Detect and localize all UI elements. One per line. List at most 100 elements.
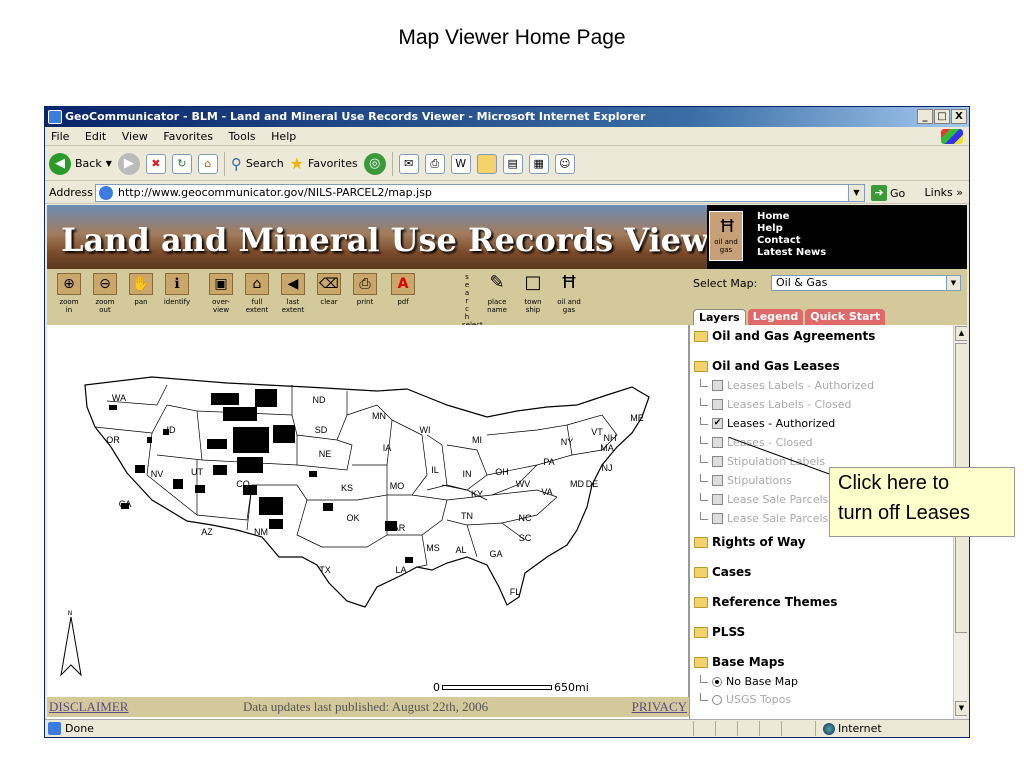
- layer-checkbox[interactable]: [712, 399, 723, 410]
- layer-group-label: PLSS: [712, 625, 746, 639]
- search-button[interactable]: ⚲ Search: [231, 155, 284, 173]
- layer-group[interactable]: Oil and Gas Agreements: [694, 329, 875, 343]
- layer-checkbox[interactable]: [712, 456, 723, 467]
- print-icon: ⎙: [353, 273, 377, 295]
- globe-icon: [823, 722, 835, 735]
- layer-group[interactable]: Cases: [694, 565, 751, 579]
- tool-zoom-out-button[interactable]: ⊖ zoom out: [87, 273, 123, 314]
- layer-checkbox[interactable]: [712, 513, 723, 524]
- info-icon: ℹ: [165, 273, 189, 295]
- refresh-button[interactable]: ↻: [171, 153, 192, 174]
- minimize-button[interactable]: _: [917, 109, 933, 124]
- eraser-icon: ⌫: [317, 273, 341, 295]
- tool-full-extent-button[interactable]: ⌂ full extent: [239, 273, 275, 314]
- chevron-down-icon[interactable]: ▼: [946, 276, 960, 290]
- privacy-link[interactable]: PRIVACY: [632, 699, 687, 715]
- discuss-button[interactable]: ▤: [502, 153, 523, 174]
- state-label-sc: SC: [519, 533, 532, 543]
- media-button[interactable]: ◎: [363, 152, 386, 175]
- tool-derrick-button[interactable]: Ħoil and gas: [551, 273, 587, 314]
- scroll-down-icon[interactable]: ▼: [955, 701, 967, 716]
- state-label-ma: MA: [600, 443, 614, 453]
- back-button[interactable]: ◀ Back ▼: [49, 152, 112, 175]
- layer-checkbox[interactable]: [712, 437, 723, 448]
- links-button[interactable]: Links »: [925, 186, 963, 199]
- layer-item[interactable]: Leases Labels - Closed: [700, 397, 852, 411]
- base-map-option[interactable]: USGS Topos: [700, 692, 791, 706]
- back-dropdown-icon[interactable]: ▼: [106, 159, 112, 168]
- tool-pdf-button[interactable]: Apdf: [385, 273, 421, 306]
- tool-hand-button[interactable]: ✋ pan: [123, 273, 159, 306]
- address-input[interactable]: http://www.geocommunicator.gov/NILS-PARC…: [95, 184, 865, 202]
- toolbar-separator-2: [391, 151, 393, 176]
- folder-button[interactable]: [476, 153, 497, 174]
- layer-checkbox[interactable]: [712, 494, 723, 505]
- address-dropdown-icon[interactable]: ▼: [848, 185, 864, 201]
- layer-group[interactable]: Base Maps: [694, 655, 784, 669]
- menu-favorites[interactable]: Favorites: [157, 127, 219, 146]
- map-canvas[interactable]: WA OR ID MT ND SD MN WI MI NY VT NH MA ME NJ PA OH IN IL IA…: [47, 325, 689, 699]
- tab-quick-start[interactable]: Quick Start: [805, 309, 886, 325]
- menu-help[interactable]: Help: [265, 127, 302, 146]
- layer-item[interactable]: Lease Sale Parcels: [700, 511, 828, 525]
- stop-button[interactable]: ✖: [145, 153, 166, 174]
- scroll-up-icon[interactable]: ▲: [955, 326, 967, 341]
- tool-zoom-in-button[interactable]: ⊕ zoom in: [51, 273, 87, 314]
- close-button[interactable]: X: [951, 109, 967, 124]
- tool-overview-button[interactable]: ▣ over- view: [203, 273, 239, 314]
- tree-connector: [700, 397, 708, 406]
- maximize-button[interactable]: □: [934, 109, 950, 124]
- layer-checkbox[interactable]: [712, 380, 723, 391]
- us-map[interactable]: WA OR ID MT ND SD MN WI MI NY VTNHMA ME NJ PA OH IN IL IA…: [47, 325, 687, 699]
- tool-last-extent-button[interactable]: ◀ last extent: [275, 273, 311, 314]
- messenger-button[interactable]: ☺: [554, 153, 575, 174]
- state-label-mt: MT: [221, 393, 234, 403]
- layer-item[interactable]: Lease Sale Parcels: [700, 492, 829, 506]
- menu-tools[interactable]: Tools: [223, 127, 262, 146]
- menu-edit[interactable]: Edit: [79, 127, 112, 146]
- select-map-dropdown[interactable]: Oil & Gas ▼: [771, 275, 961, 291]
- link-home[interactable]: Home: [757, 211, 826, 223]
- edit-button[interactable]: W: [450, 153, 471, 174]
- layer-checkbox[interactable]: ✔: [712, 418, 723, 429]
- state-label-ne: NE: [319, 449, 332, 459]
- search-select-tool[interactable]: s e a r c hselect: [462, 273, 483, 329]
- link-latest-news[interactable]: Latest News: [757, 247, 826, 259]
- layer-group[interactable]: PLSS: [694, 625, 745, 639]
- tool-info-button[interactable]: ℹ identify: [159, 273, 195, 306]
- research-button[interactable]: ▦: [528, 153, 549, 174]
- print-button[interactable]: ⎙: [424, 153, 445, 174]
- layer-item-label: Lease Sale Parcels: [727, 493, 829, 506]
- tool-eraser-button[interactable]: ⌫ clear: [311, 273, 347, 306]
- layer-item[interactable]: Leases Labels - Authorized: [700, 378, 874, 392]
- layer-group[interactable]: Oil and Gas Leases: [694, 359, 840, 373]
- mail-button[interactable]: ✉: [398, 153, 419, 174]
- tool-print-button[interactable]: ⎙ print: [347, 273, 383, 306]
- state-label-mn: MN: [372, 411, 386, 421]
- menu-view[interactable]: View: [116, 127, 154, 146]
- favorites-button[interactable]: ★ Favorites: [290, 154, 358, 173]
- tab-legend[interactable]: Legend: [747, 309, 804, 325]
- base-map-option[interactable]: No Base Map: [700, 674, 798, 688]
- full-extent-icon: ⌂: [245, 273, 269, 295]
- layer-group[interactable]: Reference Themes: [694, 595, 837, 609]
- scale-start: 0: [433, 681, 440, 694]
- tool-square-button[interactable]: □ town ship: [515, 273, 551, 314]
- tool-pencil-button[interactable]: ✎ place name: [479, 273, 515, 314]
- layer-item[interactable]: ✔ Leases - Authorized: [700, 416, 835, 430]
- forward-button[interactable]: ▶: [117, 152, 140, 175]
- state-label-al: AL: [455, 545, 466, 555]
- layer-checkbox[interactable]: [712, 475, 723, 486]
- link-contact[interactable]: Contact: [757, 235, 826, 247]
- tab-layers[interactable]: Layers: [693, 309, 746, 325]
- base-map-radio[interactable]: [712, 676, 722, 687]
- square-icon: □: [521, 273, 545, 295]
- link-help[interactable]: Help: [757, 223, 826, 235]
- base-map-radio[interactable]: [712, 694, 722, 705]
- disclaimer-link[interactable]: DISCLAIMER: [49, 699, 128, 715]
- go-button[interactable]: ➔ Go: [871, 185, 905, 201]
- layer-group[interactable]: Rights of Way: [694, 535, 806, 549]
- home-button[interactable]: ⌂: [197, 153, 218, 174]
- callout-pointer: [728, 437, 833, 476]
- menu-file[interactable]: File: [45, 127, 75, 146]
